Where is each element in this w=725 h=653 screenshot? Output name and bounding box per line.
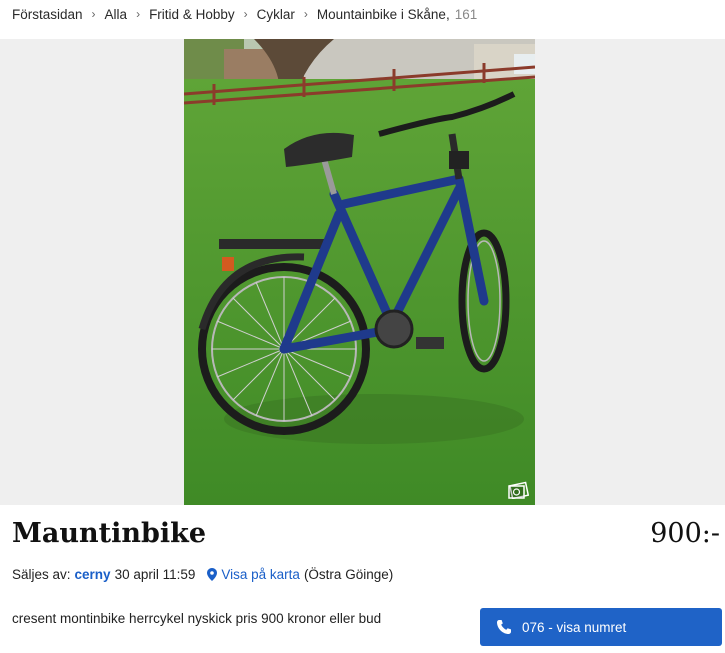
show-phone-label: 076 - visa numret [522, 619, 627, 635]
breadcrumb-home[interactable]: Förstasidan [12, 7, 83, 22]
image-count-icon [508, 481, 529, 499]
seller-link[interactable]: cerny [75, 567, 111, 582]
phone-icon [497, 620, 511, 634]
breadcrumb-count: 161 [454, 6, 478, 22]
listing-price: 900:- [650, 518, 720, 549]
listing-date: 30 april 11:59 [114, 567, 196, 582]
listing-title: Mauntinbike [12, 518, 207, 549]
listing-description: cresent montinbike herrcykel nyskick pri… [12, 611, 382, 626]
breadcrumb-separator: › [136, 7, 141, 21]
breadcrumb-all[interactable]: Alla [105, 7, 128, 22]
map-pin-icon [207, 568, 218, 581]
show-phone-button[interactable]: 076 - visa numret [480, 608, 722, 646]
bicycle-photo [184, 39, 535, 505]
image-gallery [0, 39, 725, 505]
breadcrumb-separator: › [243, 7, 248, 21]
breadcrumb-fritid-hobby[interactable]: Fritid & Hobby [149, 7, 235, 22]
breadcrumb: Förstasidan › Alla › Fritid & Hobby › Cy… [12, 6, 477, 22]
show-on-map-label: Visa på karta [221, 567, 300, 582]
show-on-map-link[interactable]: Visa på karta [207, 567, 300, 582]
breadcrumb-separator: › [303, 7, 308, 21]
breadcrumb-separator: › [91, 7, 96, 21]
listing-meta: Säljes av: cerny 30 april 11:59 Visa på … [12, 567, 393, 582]
seller-prefix: Säljes av: [12, 567, 71, 582]
listing-photo[interactable] [184, 39, 535, 505]
listing-location: (Östra Göinge) [303, 567, 394, 582]
breadcrumb-mountainbike-skane[interactable]: Mountainbike i Skåne, [317, 7, 450, 22]
breadcrumb-cyklar[interactable]: Cyklar [257, 7, 295, 22]
